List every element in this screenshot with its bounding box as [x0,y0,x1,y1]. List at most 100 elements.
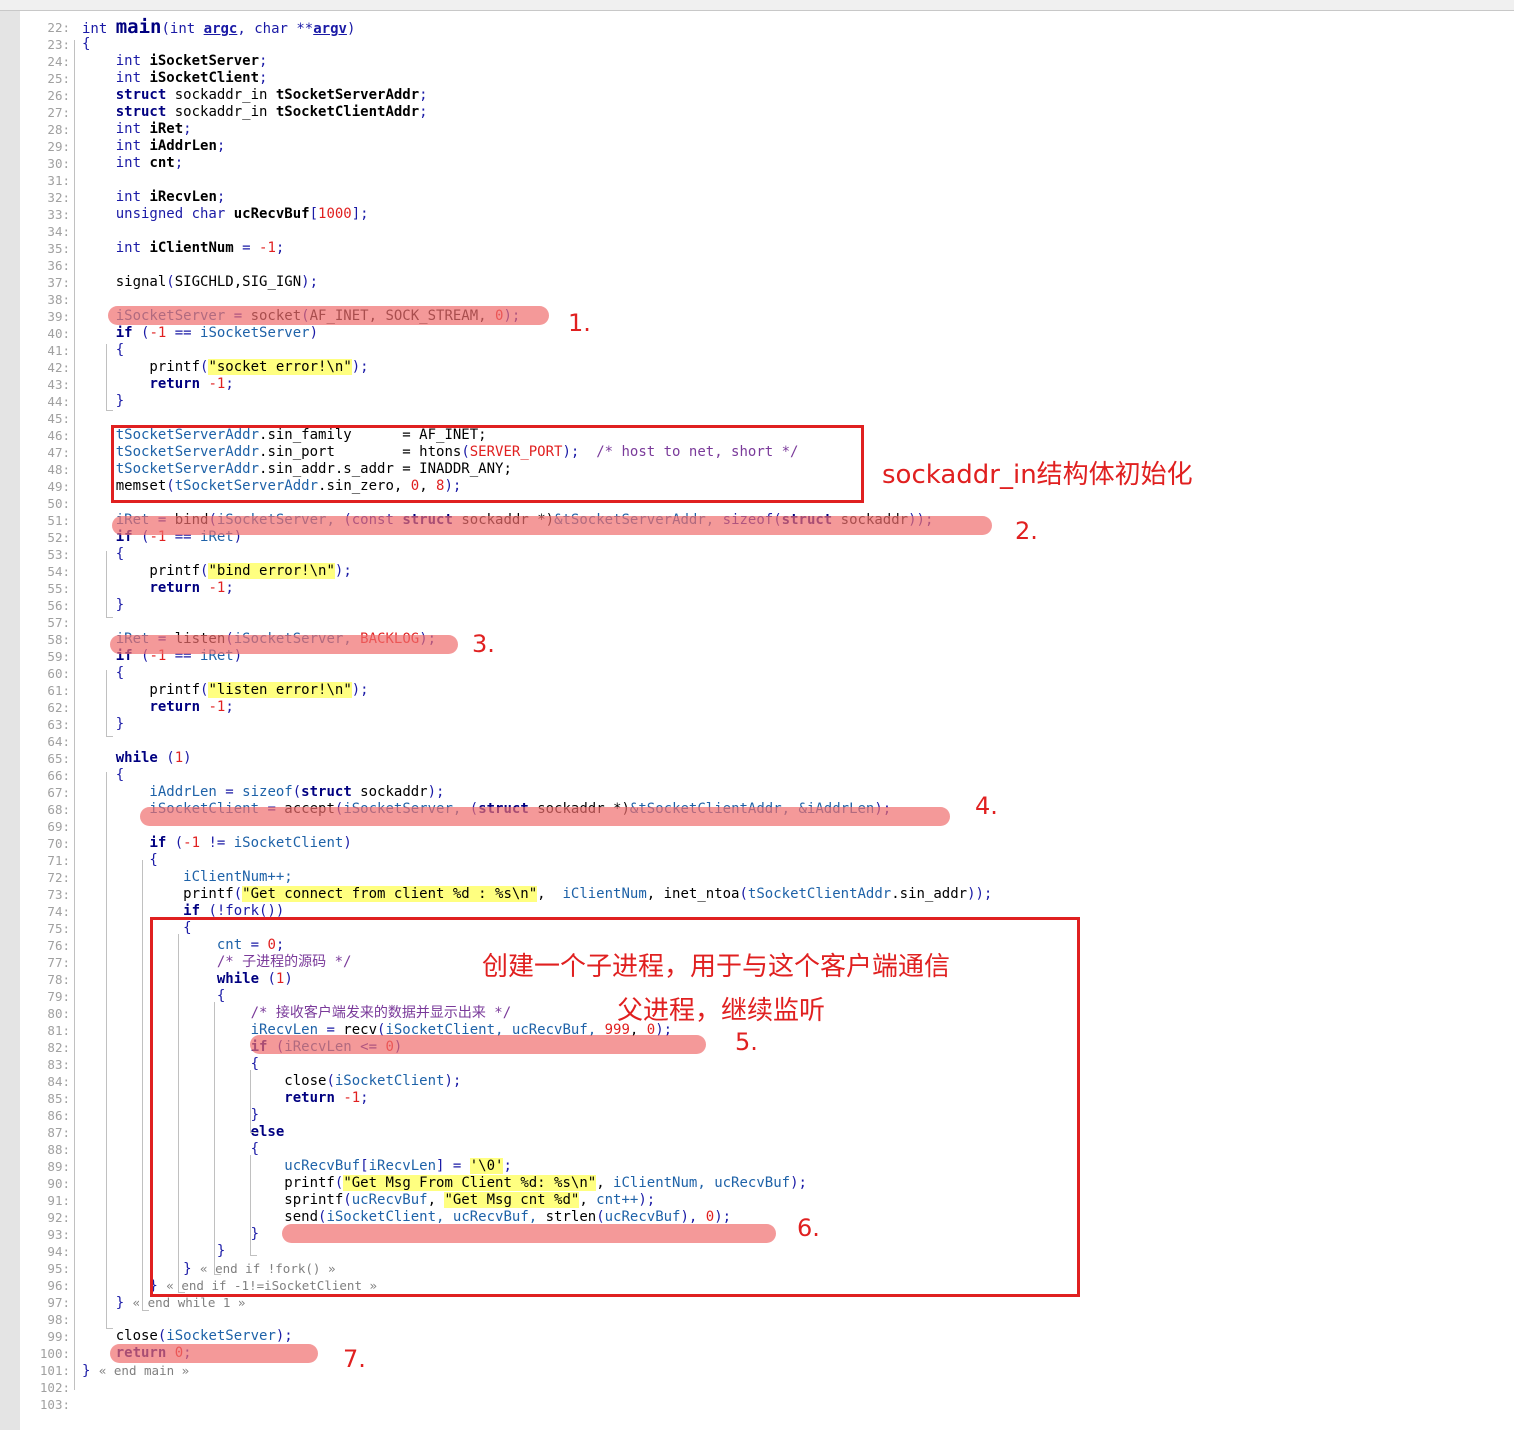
code-token: )); [967,886,993,902]
code-token: cnt [149,155,175,171]
fold-guide-if-client [142,860,149,1311]
line-number: 83: [47,1057,70,1072]
line-number: 72: [47,870,70,885]
code-line[interactable]: signal(SIGCHLD,SIG_IGN); [82,274,318,291]
code-line[interactable]: struct sockaddr_in tSocketServerAddr; [82,87,428,104]
code-token: ; [225,580,234,596]
code-line[interactable]: while (1) [82,750,192,767]
code-token: int [82,155,150,171]
code-token: int [82,21,116,37]
code-line[interactable]: printf("socket error!\n"); [82,359,369,376]
code-token: ( [292,784,302,800]
line-number-column: 22: 23: 24: 25: 26: 27: 28: 29: 30: 31: 32: 33: 34: 3… [20,11,72,1430]
line-number: 76: [47,938,70,953]
code-token: iClientNum [562,886,647,902]
code-token: -1 [259,240,276,256]
code-line[interactable]: return -1; [82,376,233,393]
code-line[interactable]: { [82,665,124,682]
code-line[interactable]: { [82,342,124,359]
code-line[interactable]: int iAddrLen; [82,138,226,155]
code-token: iClientNum [149,240,234,256]
line-number: 71: [47,853,70,868]
line-number: 66: [47,768,70,783]
code-token: -1 [208,376,226,392]
code-line[interactable]: } [82,393,124,410]
code-token: struct [301,784,352,800]
code-line[interactable]: } « end main » [82,1362,189,1379]
code-line[interactable]: if (-1 == iSocketServer) [82,325,318,342]
step-2-label: 2. [1015,517,1038,545]
code-token: iSocketClient [149,70,260,86]
code-line[interactable]: { [82,767,124,784]
code-line[interactable]: int iSocketClient; [82,70,268,87]
line-number: 51: [47,513,70,528]
line-number: 101: [39,1363,70,1378]
line-number: 44: [47,394,70,409]
line-number: 98: [47,1312,70,1327]
code-line[interactable]: int iRet; [82,121,192,138]
code-token: , inet_ntoa [646,886,740,902]
code-line[interactable]: printf("bind error!\n"); [82,563,352,580]
line-number: 96: [47,1278,70,1293]
line-number: 75: [47,921,70,936]
code-token: ( [233,886,243,902]
code-token: { [82,546,125,562]
code-token: tSocketClientAddr [275,104,420,120]
code-line[interactable]: int cnt; [82,155,183,172]
code-line[interactable]: if (-1 != iSocketClient) [82,835,351,852]
code-token: iSocketServer [149,53,260,69]
code-line[interactable]: { [82,36,90,53]
step-5-label: 5. [735,1028,758,1056]
line-number: 37: [47,275,70,290]
code-token: { [82,342,125,358]
code-line[interactable]: struct sockaddr_in tSocketClientAddr; [82,104,428,121]
line-number: 65: [47,751,70,766]
step-4-label: 4. [975,792,998,820]
code-line[interactable]: printf("Get connect from client %d : %s\… [82,886,992,903]
fold-guide-while [106,772,113,1329]
code-token: = [225,784,243,800]
code-line[interactable]: return -1; [82,580,234,597]
line-number: 52: [47,530,70,545]
code-token: int [82,240,150,256]
code-line[interactable]: { [82,546,124,563]
line-number: 70: [47,836,70,851]
code-token: ; [174,155,184,171]
code-line[interactable]: close(iSocketServer); [82,1328,293,1345]
line-number: 32: [47,190,70,205]
code-line[interactable]: } [82,597,124,614]
code-token: struct [115,87,167,103]
code-token: ucRecvBuf [233,206,310,222]
code-token: 1000 [318,206,352,222]
code-line[interactable]: int iRecvLen; [82,189,226,206]
code-line[interactable]: int main(int argc, char **argv) [82,18,355,38]
code-line[interactable]: iAddrLen = sizeof(struct sockaddr); [82,784,444,801]
line-number: 81: [47,1023,70,1038]
line-number: 94: [47,1244,70,1259]
code-token: struct [115,104,167,120]
code-line[interactable]: } [82,716,124,733]
code-token: int [82,121,150,137]
code-line[interactable]: unsigned char ucRecvBuf[1000]; [82,206,369,223]
line-number: 24: [47,54,70,69]
code-line[interactable]: int iSocketServer; [82,53,268,70]
code-line[interactable]: iClientNum++; [82,869,293,886]
code-token: sockaddr [351,784,428,800]
code-line[interactable]: printf("listen error!\n"); [82,682,369,699]
code-token: tSocketServerAddr [275,87,420,103]
line-number: 40: [47,326,70,341]
code-token: } [82,1363,99,1379]
line-number: 80: [47,1006,70,1021]
code-line[interactable]: return -1; [82,699,233,716]
line-number: 102: [39,1380,70,1395]
code-token: ); [334,563,352,579]
line-number: 95: [47,1261,70,1276]
code-token: ; [183,121,192,137]
code-token: ( [132,325,150,341]
code-line[interactable]: int iClientNum = -1; [82,240,285,257]
line-number: 30: [47,156,70,171]
code-token: .sin_addr [891,886,968,902]
